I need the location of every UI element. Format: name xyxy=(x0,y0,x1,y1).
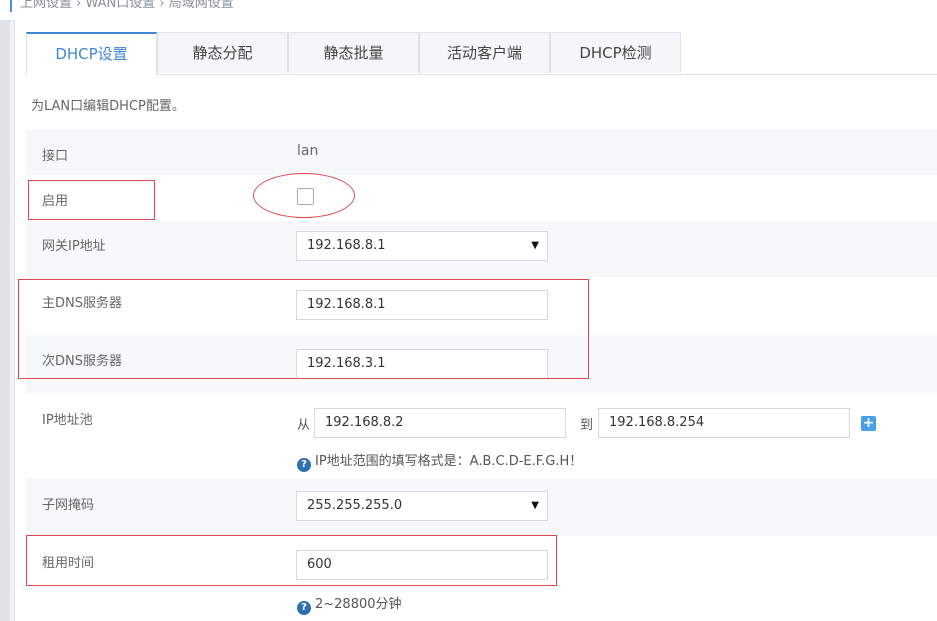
row-gateway: 网关IP地址 192.168.8.1 ▼ xyxy=(26,221,937,277)
row-ip-pool: IP地址池 从 192.168.8.2 到 192.168.8.254 + ? I… xyxy=(26,393,937,478)
ip-pool-to-label: 到 xyxy=(580,418,594,433)
lease-time-hint: ? 2~28800分钟 xyxy=(297,593,402,615)
tab-bar: DHCP设置 静态分配 静态批量 活动客户端 DHCP检测 xyxy=(26,32,937,75)
chevron-down-icon: ▼ xyxy=(531,500,539,511)
ip-pool-label: IP地址池 xyxy=(42,413,93,428)
interface-value: lan xyxy=(297,143,319,159)
tab-dhcp-settings[interactable]: DHCP设置 xyxy=(26,32,157,75)
chevron-down-icon: ▼ xyxy=(531,240,539,251)
ip-pool-end-input[interactable]: 192.168.8.254 xyxy=(598,408,850,438)
annotation-box-dns xyxy=(18,279,589,379)
lease-time-hint-text: 2~28800分钟 xyxy=(315,597,402,612)
annotation-ellipse-checkbox xyxy=(253,173,355,218)
row-enable: 启用 xyxy=(26,175,937,221)
tab-static-batch[interactable]: 静态批量 xyxy=(288,32,419,73)
ip-pool-hint: ? IP地址范围的填写格式是：A.B.C.D-E.F.G.H！ xyxy=(297,450,582,472)
subnet-mask-label: 子网掩码 xyxy=(42,498,95,513)
tab-static-assign[interactable]: 静态分配 xyxy=(157,32,288,73)
breadcrumb-marker xyxy=(10,0,12,12)
add-ip-range-button[interactable]: + xyxy=(861,416,876,431)
gateway-label: 网关IP地址 xyxy=(42,239,106,254)
tab-active-clients[interactable]: 活动客户端 xyxy=(419,32,550,73)
tab-dhcp-detect[interactable]: DHCP检测 xyxy=(550,32,681,73)
row-subnet-mask: 子网掩码 255.255.255.0 ▼ xyxy=(26,478,937,536)
breadcrumb: 上网设置 › WAN口设置 › 局域网设置 xyxy=(20,0,234,11)
subnet-mask-value: 255.255.255.0 xyxy=(307,498,403,513)
ip-pool-hint-text: IP地址范围的填写格式是：A.B.C.D-E.F.G.H！ xyxy=(315,454,583,469)
page-description: 为LAN口编辑DHCP配置。 xyxy=(31,99,185,114)
help-icon: ? xyxy=(297,458,311,472)
left-sidebar-edge xyxy=(0,20,10,621)
annotation-box-enable xyxy=(28,180,155,220)
ip-pool-start-input[interactable]: 192.168.8.2 xyxy=(314,408,566,438)
row-interface: 接口 lan xyxy=(26,130,937,175)
top-breadcrumb-strip: 上网设置 › WAN口设置 › 局域网设置 xyxy=(0,0,937,21)
help-icon: ? xyxy=(297,601,311,615)
interface-label: 接口 xyxy=(42,149,69,164)
annotation-box-lease xyxy=(26,535,557,586)
ip-pool-from-label: 从 xyxy=(297,418,311,433)
gateway-select[interactable]: 192.168.8.1 ▼ xyxy=(296,231,548,261)
gateway-value: 192.168.8.1 xyxy=(307,238,386,253)
subnet-mask-select[interactable]: 255.255.255.0 ▼ xyxy=(296,491,548,521)
